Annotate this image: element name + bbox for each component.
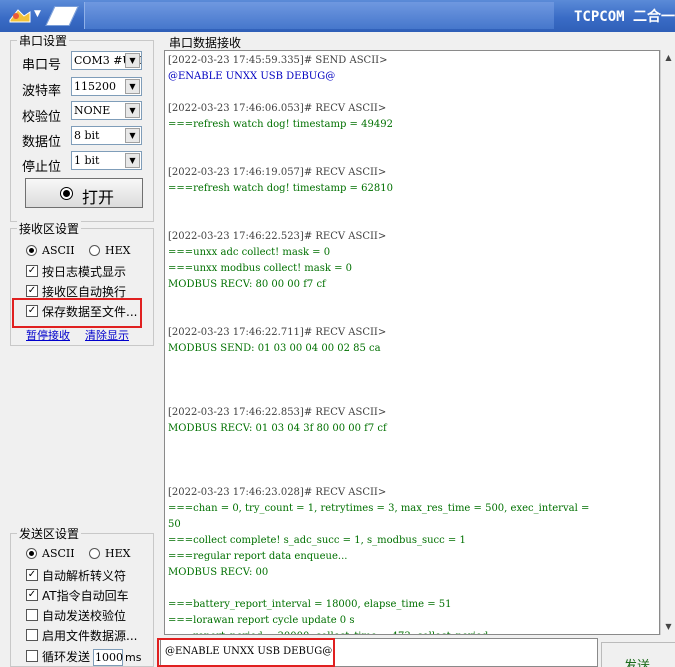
log-line-recv: ===unxx modbus collect! mask = 0 — [168, 263, 353, 274]
file-source-label: 启用文件数据源... — [42, 629, 138, 643]
log-line-header: [2022-03-23 17:46:22.523]# RECV ASCII> — [168, 231, 387, 242]
window-title: TCPCOM 二合一 — [573, 9, 675, 25]
recv-area-title: 串口数据接收 — [169, 36, 242, 50]
log-line-recv: MODBUS RECV: 01 03 04 3f 80 00 00 f7 cf — [168, 423, 387, 434]
log-line-header: [2022-03-23 17:46:06.053]# RECV ASCII> — [168, 103, 387, 114]
log-line-recv: MODBUS RECV: 00 — [168, 567, 269, 578]
send-button[interactable]: 发送 — [601, 642, 675, 667]
save-to-file-label: 保存数据至文件... — [42, 305, 138, 319]
send-ascii-radio[interactable] — [26, 548, 37, 559]
chevron-down-icon[interactable]: ▼ — [34, 9, 41, 19]
file-source-checkbox[interactable] — [26, 629, 38, 641]
log-line-header: [2022-03-23 17:46:22.711]# RECV ASCII> — [168, 327, 387, 338]
recv-hex-label: HEX — [105, 244, 131, 257]
log-line-recv: MODBUS SEND: 01 03 00 04 00 02 85 ca — [168, 343, 381, 354]
recv-ascii-label: ASCII — [42, 244, 75, 257]
scroll-down-icon[interactable]: ▼ — [661, 619, 675, 635]
log-line-recv: MODBUS RECV: 80 00 00 f7 cf — [168, 279, 326, 290]
app-icon[interactable] — [6, 6, 34, 26]
interval-input[interactable]: 1000 — [93, 649, 123, 666]
log-line-recv: ===refresh watch dog! timestamp = 49492 — [168, 119, 393, 130]
log-line-recv: ===refresh watch dog! timestamp = 62810 — [168, 183, 393, 194]
title-bar-gradient — [84, 2, 554, 29]
log-mode-label: 按日志模式显示 — [42, 265, 127, 279]
interval-unit: ms — [125, 651, 142, 664]
send-button-label: 发送 — [624, 659, 651, 667]
log-line-recv: ===chan = 0, try_count = 1, retrytimes =… — [168, 503, 590, 514]
scroll-up-icon[interactable]: ▲ — [661, 50, 675, 66]
chevron-down-icon[interactable]: ▼ — [125, 103, 140, 118]
parity-label: 校验位 — [22, 110, 62, 125]
baud-label: 波特率 — [22, 84, 62, 99]
stopbits-label: 停止位 — [22, 160, 62, 175]
chevron-down-icon[interactable]: ▼ — [125, 153, 140, 168]
log-line-recv: 50 — [168, 519, 181, 530]
auto-wrap-checkbox[interactable]: ✓ — [26, 285, 38, 297]
pause-recv-link[interactable]: 暂停接收 — [26, 327, 70, 343]
send-input-text: @ENABLE UNXX USB DEBUG@ — [165, 646, 333, 657]
log-line-recv: ===lorawan report cycle update 0 s — [168, 615, 355, 626]
stopbits-value: 1 bit — [74, 154, 100, 167]
recv-settings-title: 接收区设置 — [17, 220, 82, 237]
baud-value: 115200 — [74, 80, 116, 93]
recv-hex-radio[interactable] — [89, 245, 100, 256]
title-bar: ▼ TCPCOM 二合一 — [0, 0, 675, 32]
log-line-header: [2022-03-23 17:46:23.028]# RECV ASCII> — [168, 487, 387, 498]
at-auto-cr-checkbox[interactable]: ✓ — [26, 589, 38, 601]
serial-settings-title: 串口设置 — [17, 32, 70, 49]
log-line-recv: ===collect complete! s_adc_succ = 1, s_m… — [168, 535, 466, 546]
log-line-send: @ENABLE UNXX USB DEBUG@ — [168, 71, 336, 82]
title-bar-field[interactable] — [45, 6, 79, 26]
send-input[interactable]: @ENABLE UNXX USB DEBUG@ — [160, 638, 598, 667]
port-label: 串口号 — [22, 58, 62, 73]
send-settings-title: 发送区设置 — [17, 525, 82, 542]
log-line-recv: ===unxx adc collect! mask = 0 — [168, 247, 331, 258]
send-hex-radio[interactable] — [89, 548, 100, 559]
databits-select[interactable]: 8 bit ▼ — [71, 126, 142, 145]
port-select[interactable]: COM3 #USB ▼ — [71, 51, 142, 70]
databits-label: 数据位 — [22, 135, 62, 150]
stopbits-select[interactable]: 1 bit ▼ — [71, 151, 142, 170]
chevron-down-icon[interactable]: ▼ — [125, 53, 140, 68]
chevron-down-icon[interactable]: ▼ — [125, 128, 140, 143]
radio-dot-icon — [60, 187, 73, 200]
save-to-file-checkbox[interactable]: ✓ — [26, 305, 38, 317]
open-port-button[interactable]: 打开 — [25, 178, 143, 208]
log-line-recv: ===report_period = 30000, collect_time =… — [168, 631, 500, 634]
recv-text-area[interactable]: [2022-03-23 17:45:59.335]# SEND ASCII> @E… — [164, 50, 660, 635]
at-auto-cr-label: AT指令自动回车 — [42, 589, 129, 603]
log-line-header: [2022-03-23 17:46:22.853]# RECV ASCII> — [168, 407, 387, 418]
send-ascii-label: ASCII — [42, 547, 75, 560]
log-line-header: [2022-03-23 17:46:19.057]# RECV ASCII> — [168, 167, 387, 178]
databits-value: 8 bit — [74, 129, 100, 142]
loop-send-checkbox[interactable] — [26, 650, 38, 662]
auto-checksum-checkbox[interactable] — [26, 609, 38, 621]
baud-select[interactable]: 115200 ▼ — [71, 77, 142, 96]
log-line-header: [2022-03-23 17:45:59.335]# SEND ASCII> — [168, 55, 388, 66]
scroll-track[interactable] — [662, 67, 675, 618]
recv-scrollbar[interactable]: ▲ ▼ — [660, 50, 675, 635]
clear-display-link[interactable]: 清除显示 — [85, 327, 129, 343]
parity-value: NONE — [74, 104, 111, 117]
send-hex-label: HEX — [105, 547, 131, 560]
loop-send-label: 循环发送 — [42, 650, 91, 664]
chevron-down-icon[interactable]: ▼ — [125, 79, 140, 94]
auto-wrap-label: 接收区自动换行 — [42, 285, 127, 299]
parse-escape-checkbox[interactable]: ✓ — [26, 569, 38, 581]
parity-select[interactable]: NONE ▼ — [71, 101, 142, 120]
recv-ascii-radio[interactable] — [26, 245, 37, 256]
log-line-recv: ===regular report data enqueue... — [168, 551, 348, 562]
auto-checksum-label: 自动发送校验位 — [42, 609, 127, 623]
parse-escape-label: 自动解析转义符 — [42, 569, 127, 583]
settings-panel: 串口设置 串口号 COM3 #USB ▼ 波特率 115200 ▼ 校验位 NO… — [0, 32, 162, 667]
log-line-recv: ===battery_report_interval = 18000, elap… — [168, 599, 452, 610]
open-port-label: 打开 — [82, 188, 115, 207]
log-mode-checkbox[interactable]: ✓ — [26, 265, 38, 277]
